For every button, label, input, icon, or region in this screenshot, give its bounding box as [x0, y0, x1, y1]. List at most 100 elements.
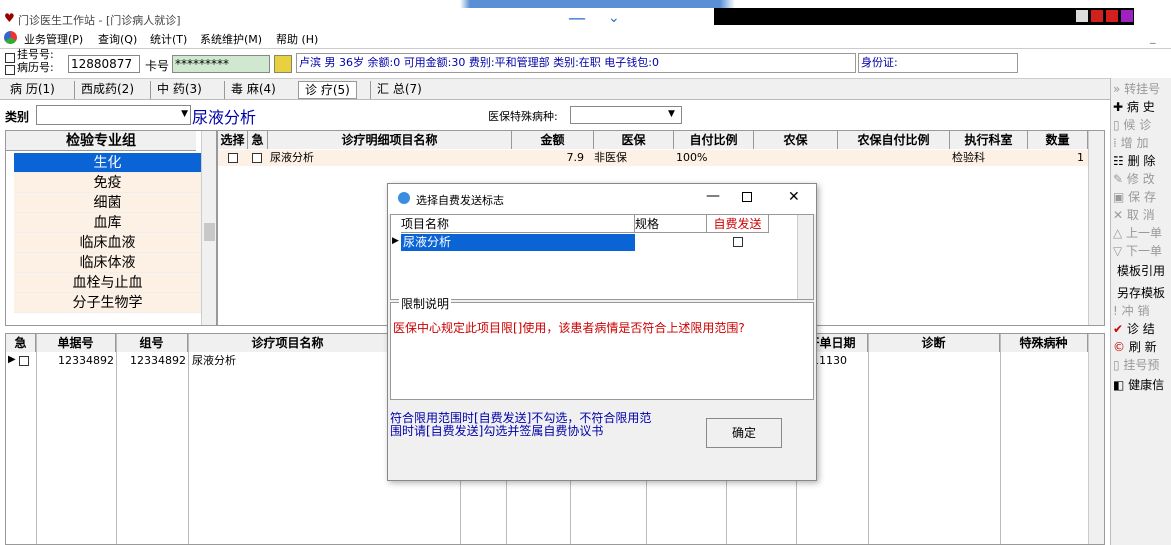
reg-pre-button[interactable]: ▯ 挂号预	[1113, 356, 1171, 374]
ok-button[interactable]: 确定	[706, 418, 782, 448]
tab-summary[interactable]: 汇 总(7)	[370, 81, 428, 99]
dialog-minimize-icon[interactable]: —	[706, 188, 720, 204]
row-pointer-icon: ▶	[392, 236, 399, 246]
table-scrollbar[interactable]	[1088, 131, 1104, 325]
dialog-title: 选择自费发送标志	[416, 194, 504, 207]
row-insurance: 非医保	[594, 151, 627, 164]
next-button[interactable]: ▽ 下一单	[1113, 242, 1171, 260]
list-item[interactable]: 免疫	[14, 173, 201, 193]
tab-history[interactable]: 病 历(1)	[4, 81, 61, 99]
limit-label: 限制说明	[399, 295, 452, 312]
dialog-col-self: 自费发送	[707, 215, 769, 233]
add-button[interactable]: ⁞ 增 加	[1113, 134, 1171, 152]
specialty-header: 检验专业组	[6, 131, 196, 151]
menu-system[interactable]: 系统维护(M)	[200, 31, 262, 47]
app-logo-icon	[4, 31, 17, 44]
urgent-checkbox[interactable]	[19, 356, 29, 366]
minimize-icon[interactable]	[1091, 10, 1103, 22]
dialog-close-icon[interactable]: ✕	[788, 189, 800, 205]
delete-button[interactable]: ☷ 删 除	[1113, 152, 1171, 170]
list-item[interactable]: 临床血液	[14, 233, 201, 253]
col-insurance: 医保	[594, 131, 674, 149]
refresh-icon: ©	[1113, 340, 1125, 354]
col-diagnosis: 诊断	[868, 334, 1000, 352]
scroll-thumb[interactable]	[204, 223, 215, 241]
restore-icon[interactable]	[1106, 10, 1118, 22]
col-rural-ratio: 农保自付比例	[838, 131, 950, 149]
record-checkbox[interactable]	[5, 65, 15, 75]
category-label: 类别	[5, 110, 30, 124]
col-dept: 执行科室	[950, 131, 1028, 149]
urgent-checkbox[interactable]	[252, 153, 262, 163]
col-ratio: 自付比例	[674, 131, 754, 149]
save-button[interactable]: ▣ 保 存	[1113, 188, 1171, 206]
close-icon[interactable]	[1121, 10, 1133, 22]
list-scrollbar[interactable]	[201, 131, 216, 325]
mail-icon[interactable]	[1076, 10, 1088, 22]
menu-help[interactable]: 帮助 (H)	[276, 31, 318, 47]
tab-chinese[interactable]: 中 药(3)	[150, 81, 208, 99]
col-bill: 单据号	[36, 334, 116, 352]
insurance-select[interactable]	[570, 106, 682, 124]
dialog-maximize-icon[interactable]	[742, 192, 752, 202]
chevron-down-icon: ▼	[181, 109, 188, 119]
window-title: 门诊医生工作站 - [门诊病人就诊]	[18, 14, 181, 27]
menu-query[interactable]: 查询(Q)	[98, 31, 137, 47]
order-scrollbar[interactable]	[1088, 334, 1104, 544]
col-amount: 金额	[512, 131, 594, 149]
menu-stats[interactable]: 统计(T)	[150, 31, 187, 47]
chevron-down-icon: ▼	[668, 109, 675, 119]
category-select[interactable]: ▼	[36, 105, 191, 125]
list-item[interactable]: 分子生物学	[14, 293, 201, 313]
table-row[interactable]: 尿液分析 7.9 非医保 100% 检验科 1	[218, 150, 1088, 166]
select-checkbox[interactable]	[228, 153, 238, 163]
read-card-icon[interactable]	[274, 55, 292, 73]
health-button[interactable]: ◧ 健康信	[1113, 376, 1171, 394]
tab-western[interactable]: 西成药(2)	[74, 81, 140, 99]
tab-treatment[interactable]: 诊 疗(5)	[298, 81, 357, 99]
prev-button[interactable]: △ 上一单	[1113, 224, 1171, 242]
row-group: 12334892	[130, 354, 186, 367]
edit-button[interactable]: ✎ 修 改	[1113, 170, 1171, 188]
row-bill: 12334892	[58, 354, 114, 367]
col-rural: 农保	[754, 131, 838, 149]
row-dept: 检验科	[952, 151, 985, 164]
patient-bar: 挂号号: 病历号: 12880877 卡号 ********* 卢滨 男 36岁…	[0, 48, 1171, 78]
window-minimize-icon[interactable]: _	[1150, 31, 1156, 44]
dialog-row-name[interactable]: 尿液分析	[401, 234, 635, 251]
menu-bar: 业务管理(P) 查询(Q) 统计(T) 系统维护(M) 帮助 (H) _	[0, 30, 1171, 47]
dialog-icon	[398, 192, 410, 204]
row-pointer-icon: ▶	[8, 354, 16, 365]
reg-checkbox[interactable]	[5, 53, 15, 63]
right-panel: » 转挂号 ✚ 病 史 ▯ 候 诊 ⁞ 增 加 ☷ 删 除 ✎ 修 改 ▣ 保 …	[1110, 78, 1171, 545]
reverse-button[interactable]: ! 冲 销	[1113, 302, 1171, 320]
minimize-tab-icon[interactable]: —	[568, 8, 586, 29]
top-decoration	[0, 0, 1171, 8]
col-select: 选择	[218, 131, 248, 149]
template-ref-button[interactable]: 模板引用	[1113, 262, 1171, 280]
list-item[interactable]: 血栓与止血	[14, 273, 201, 293]
check-icon: ✔	[1113, 322, 1124, 336]
transfer-button[interactable]: » 转挂号	[1113, 80, 1171, 98]
col-urgent: 急	[248, 131, 268, 149]
list-item[interactable]: 生化	[14, 153, 201, 173]
record-input[interactable]: 12880877	[68, 55, 140, 73]
row-qty: 1	[1077, 151, 1084, 164]
chevron-down-icon[interactable]: ⌄	[608, 10, 620, 26]
list-item[interactable]: 临床体液	[14, 253, 201, 273]
category-value: 尿液分析	[192, 108, 257, 127]
history-button[interactable]: ✚ 病 史	[1113, 98, 1171, 116]
record-label: 病历号:	[17, 61, 54, 74]
self-pay-checkbox[interactable]	[733, 237, 743, 247]
cancel-button[interactable]: ✕ 取 消	[1113, 206, 1171, 224]
save-template-button[interactable]: 另存模板	[1113, 284, 1171, 302]
wait-button[interactable]: ▯ 候 诊	[1113, 116, 1171, 134]
tab-narcotic[interactable]: 毒 麻(4)	[224, 81, 282, 99]
dialog-scrollbar[interactable]	[797, 215, 813, 299]
list-item[interactable]: 细菌	[14, 193, 201, 213]
menu-business[interactable]: 业务管理(P)	[24, 31, 83, 47]
card-input[interactable]: *********	[172, 55, 270, 73]
list-item[interactable]: 血库	[14, 213, 201, 233]
finish-button[interactable]: ✔ 诊 结	[1113, 320, 1171, 338]
refresh-button[interactable]: © 刷 新	[1113, 338, 1171, 356]
